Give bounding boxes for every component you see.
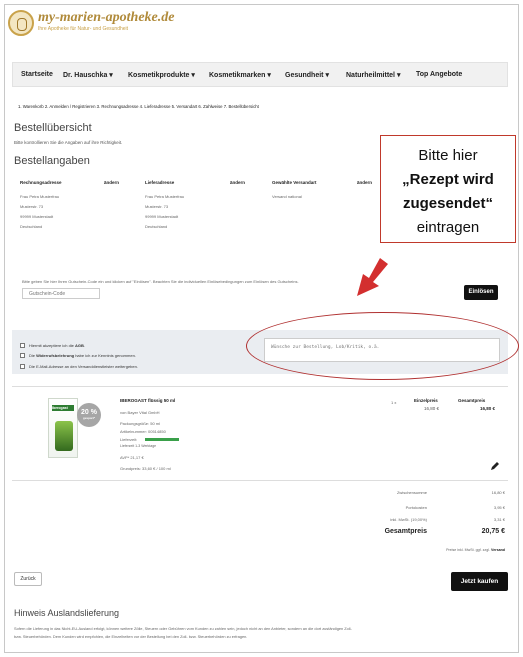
- grand-total-label: Gesamtpreis: [384, 528, 427, 535]
- divider: [12, 480, 508, 481]
- annotation-ellipse: [246, 312, 519, 380]
- agb-checkbox[interactable]: [20, 343, 25, 348]
- billing-line: 99999 Musterstadt: [20, 214, 54, 219]
- nav-item-kosmetikprodukte[interactable]: Kosmetikprodukte ▾: [128, 71, 195, 79]
- back-button[interactable]: Zurück: [14, 572, 42, 586]
- logo-icon[interactable]: [8, 10, 34, 36]
- product-image-label: Iberogast: [52, 406, 68, 410]
- vat-label: inkl. MwSt. (19,00%): [390, 517, 427, 522]
- shipping-line: Deutschland: [145, 224, 168, 229]
- checkout-steps[interactable]: 1. Warenkorb 2. Anmelden / Registrieren …: [18, 104, 259, 109]
- nav-item-gesundheit[interactable]: Gesundheit ▾: [285, 71, 329, 79]
- delivery-indicator: [145, 438, 179, 441]
- product-package: Packungsgröße: 50 ml: [120, 421, 161, 426]
- nav-item-startseite[interactable]: Startseite: [21, 71, 53, 78]
- product-article: Artikelnummer: 00514850: [120, 429, 166, 434]
- shipping-cost-value: 3,95 €: [493, 505, 505, 510]
- nav-item-naturheilmittel[interactable]: Naturheilmittel ▾: [346, 71, 400, 79]
- billing-line: Musterstr. 73: [20, 204, 44, 209]
- discount-badge: 20 % gespart*: [77, 403, 101, 427]
- product-delivery-note: Lieferzeit 1-3 Werktage: [120, 444, 157, 448]
- details-title: Bestellangaben: [14, 155, 90, 167]
- page-title: Bestellübersicht: [14, 122, 92, 134]
- vat-value: 3,31 €: [493, 517, 505, 522]
- product-name[interactable]: IBEROGAST flüssig 50 ml: [120, 398, 175, 403]
- agb-label[interactable]: Hiermit akzeptiere ich die AGB.: [29, 343, 85, 348]
- callout-line: eintragen: [416, 219, 480, 236]
- method-value: Versand national: [272, 194, 302, 199]
- shipping-line: Frau Petra Musterfrau: [145, 194, 185, 199]
- buy-now-button[interactable]: Jetzt kaufen: [451, 572, 508, 591]
- product-avp: AVP* 21,17 €: [120, 455, 144, 460]
- total-price: 16,80 €: [480, 406, 496, 411]
- widerruf-checkbox[interactable]: [20, 353, 25, 358]
- widerruf-label[interactable]: Die Widerrufsbelehrung habe ich zur Kenn…: [29, 353, 136, 358]
- voucher-redeem-button[interactable]: Einlösen: [464, 285, 498, 300]
- product-bottle: [55, 421, 73, 451]
- method-edit-link[interactable]: ändern: [357, 180, 372, 185]
- voucher-input[interactable]: [22, 288, 100, 299]
- page-subtitle: Bitte kontrollieren Sie die Angaben auf …: [14, 140, 123, 145]
- divider: [12, 386, 508, 387]
- nav-item-top-angebote[interactable]: Top Angebote: [416, 71, 462, 78]
- product-delivery: Lieferzeit:: [120, 437, 138, 442]
- billing-line: Frau Petra Musterfrau: [20, 194, 60, 199]
- nav-item-dr-hauschka[interactable]: Dr. Hauschka ▾: [63, 71, 113, 79]
- callout-line: zugesendet“: [402, 195, 493, 212]
- method-heading: Gewählte Versandart: [272, 180, 317, 185]
- product-maker: von Bayer Vital GmbH: [120, 410, 160, 415]
- product-base-price: Grundpreis: 33,60 € / 100 ml: [120, 466, 171, 471]
- unit-price-label: Einzelpreis: [414, 398, 438, 403]
- shipping-line: Musterstr. 73: [145, 204, 169, 209]
- shipping-edit-link[interactable]: ändern: [230, 180, 245, 185]
- shipping-heading: Lieferadresse: [145, 180, 175, 185]
- billing-line: Deutschland: [20, 224, 43, 229]
- nav-item-kosmetikmarken[interactable]: Kosmetikmarken ▾: [209, 71, 271, 79]
- unit-price: 16,80 €: [424, 406, 440, 411]
- billing-edit-link[interactable]: ändern: [104, 180, 119, 185]
- logo-subtitle: Ihre Apotheke für Natur- und Gesundheit: [38, 26, 129, 32]
- subtotal-value: 16,80 €: [491, 490, 505, 495]
- edit-pencil-icon[interactable]: [490, 461, 500, 471]
- annotation-callout: Bitte hier „Rezept wird zugesendet“ eint…: [380, 135, 516, 243]
- voucher-text: Bitte geben Sie hier Ihren Gutschein-Cod…: [22, 279, 299, 284]
- annotation-arrow-icon: [357, 258, 388, 296]
- shipping-line: 99999 Musterstadt: [145, 214, 179, 219]
- callout-line: Bitte hier: [418, 147, 478, 164]
- shipping-info-link[interactable]: Versand: [491, 548, 505, 552]
- grand-total-value: 20,75 €: [481, 528, 505, 535]
- total-price-label: Gesamtpreis: [458, 398, 486, 403]
- shipping-cost-label: Portokosten: [405, 505, 427, 510]
- subtotal-label: Zwischensumme: [396, 490, 427, 495]
- billing-heading: Rechnungsadresse: [20, 180, 62, 185]
- tax-note: Preise inkl. MwSt. ggf. zzgl. Versand: [446, 548, 505, 552]
- product-image[interactable]: Iberogast: [48, 398, 78, 458]
- logo-title[interactable]: my-marien-apotheke.de: [38, 10, 174, 26]
- email-share-label[interactable]: Die E-Mail-Adresse an den Versanddienstl…: [29, 364, 138, 369]
- notice-text: bzw. Steuerbehörden. Dem Kunden wird emp…: [14, 634, 248, 639]
- product-qty: 1 x: [391, 400, 397, 405]
- notice-text: Sofern die Lieferung in das Nicht-EU-Aus…: [14, 626, 352, 631]
- notice-title: Hinweis Auslandslieferung: [14, 608, 120, 618]
- callout-line: „Rezept wird: [402, 171, 494, 188]
- main-nav: Startseite Dr. Hauschka ▾ Kosmetikproduk…: [12, 62, 508, 87]
- email-share-checkbox[interactable]: [20, 364, 25, 369]
